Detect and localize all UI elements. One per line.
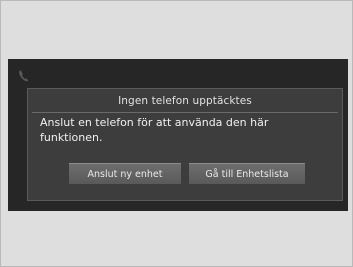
dialog-divider [32,112,338,113]
connect-new-device-button[interactable]: Anslut ny enhet [69,163,181,184]
dialog-title: Ingen telefon upptäcktes [118,95,252,107]
phone-handset-icon [17,68,31,82]
manual-figure-frame: Ingen telefon upptäcktes Anslut en telef… [0,0,353,267]
dialog-message: Anslut en telefon för att använda den hä… [40,116,269,144]
go-to-device-list-button[interactable]: Gå till Enhetslista [189,163,305,184]
no-phone-dialog: Ingen telefon upptäcktes Anslut en telef… [27,88,343,201]
display-screen: Ingen telefon upptäcktes Anslut en telef… [8,59,348,211]
